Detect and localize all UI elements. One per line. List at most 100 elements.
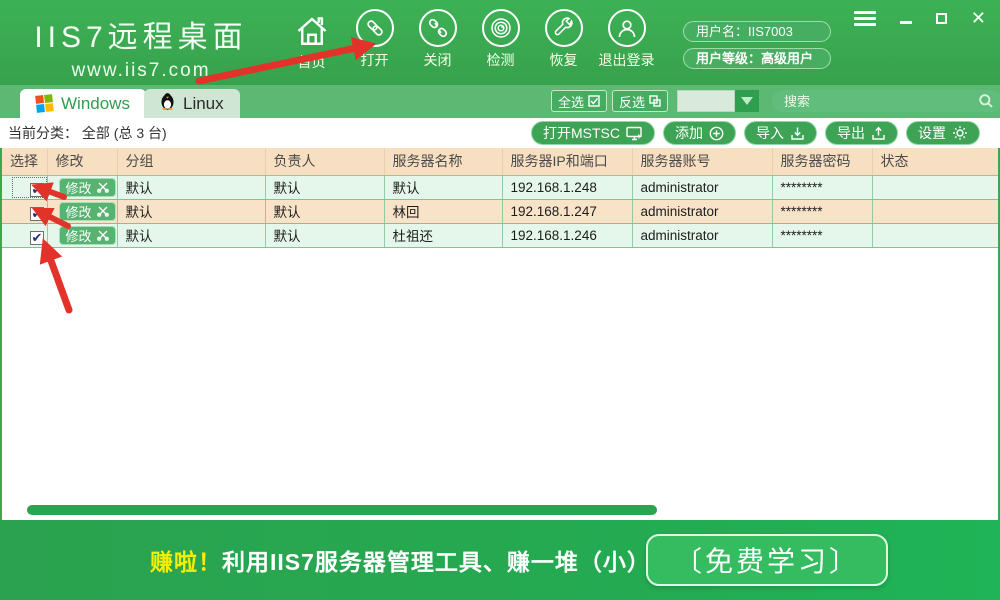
minimize-icon[interactable] xyxy=(899,10,912,26)
check-mark: ✔ xyxy=(31,181,43,197)
toolbar-open-label: 打开 xyxy=(360,52,389,68)
toolbar-home[interactable]: 首页 xyxy=(280,9,343,72)
menu-icon[interactable] xyxy=(853,10,876,26)
open-mstsc-label: 打开MSTSC xyxy=(543,125,620,141)
export-button[interactable]: 导出 xyxy=(825,121,898,145)
open-mstsc-button[interactable]: 打开MSTSC xyxy=(531,121,655,145)
cell-owner: 默认 xyxy=(265,223,385,248)
tab-linux-label: Linux xyxy=(183,93,224,113)
cell-group: 默认 xyxy=(117,175,266,200)
app-window: IIS7远程桌面 www.iis7.com 首页 打开 关闭 检测 恢复 退出登… xyxy=(0,0,1000,600)
cell-account: administrator xyxy=(632,199,773,224)
cell-server-name: 默认 xyxy=(384,175,503,200)
cell-owner: 默认 xyxy=(265,199,385,224)
select-all-label: 全选 xyxy=(558,94,585,110)
cell-server-name: 林回 xyxy=(384,199,503,224)
toolbar-detect-label: 检测 xyxy=(486,52,515,68)
cell-ip: 192.168.1.247 xyxy=(502,199,633,224)
add-label: 添加 xyxy=(675,125,703,141)
modify-label: 修改 xyxy=(65,204,92,220)
linux-penguin-icon xyxy=(160,92,175,115)
row-checkbox[interactable]: ✔ xyxy=(30,181,44,197)
tab-linux[interactable]: Linux xyxy=(144,89,240,118)
close-icon[interactable]: ✕ xyxy=(971,9,986,27)
tab-strip: Windows Linux 全选 反选 搜索 xyxy=(0,85,1000,118)
user-info: 用户名：IIS7003 用户等级：高级用户 xyxy=(683,21,831,75)
check-mark: ✔ xyxy=(31,229,43,245)
windows-logo-icon xyxy=(35,94,54,113)
app-logo: IIS7远程桌面 www.iis7.com xyxy=(16,12,266,82)
import-icon xyxy=(791,127,804,140)
add-button[interactable]: 添加 xyxy=(663,121,736,145)
server-table: 选择 修改 分组 负责人 服务器名称 服务器IP和端口 服务器账号 服务器密码 … xyxy=(2,148,998,248)
user-icon xyxy=(607,9,646,47)
select-all-button[interactable]: 全选 xyxy=(551,90,608,112)
invert-select-icon xyxy=(649,95,661,107)
toolbar-restore[interactable]: 恢复 xyxy=(532,9,595,72)
row-checkbox[interactable]: ✔ xyxy=(30,205,44,221)
row-checkbox[interactable]: ✔ xyxy=(30,229,44,245)
modify-button[interactable]: 修改 xyxy=(58,177,116,197)
title-bar: IIS7远程桌面 www.iis7.com 首页 打开 关闭 检测 恢复 退出登… xyxy=(0,0,1000,85)
table-row: ✔ 修改 默认 默认 默认 192.168.1.248 administrato… xyxy=(2,175,998,200)
col-owner: 负责人 xyxy=(265,148,385,176)
modify-label: 修改 xyxy=(65,228,92,244)
maximize-icon[interactable] xyxy=(935,10,947,26)
gear-icon xyxy=(953,126,967,140)
window-controls: ✕ xyxy=(853,9,986,27)
search-icon xyxy=(979,94,993,108)
cell-ip: 192.168.1.248 xyxy=(502,175,633,200)
modify-button[interactable]: 修改 xyxy=(58,201,116,221)
import-label: 导入 xyxy=(756,125,784,141)
category-bar: 当前分类： 全部 (总 3 台) 打开MSTSC 添加 导入 导出 设置 xyxy=(0,118,1000,148)
settings-label: 设置 xyxy=(918,125,946,141)
col-status: 状态 xyxy=(872,148,998,176)
cell-account: administrator xyxy=(632,223,773,248)
promo-prefix: 赚啦！ xyxy=(150,549,222,575)
col-ip-port: 服务器IP和端口 xyxy=(502,148,633,176)
col-modify: 修改 xyxy=(47,148,118,176)
horizontal-scrollbar[interactable] xyxy=(27,505,657,515)
tab-windows[interactable]: Windows xyxy=(20,89,146,118)
table-header-row: 选择 修改 分组 负责人 服务器名称 服务器IP和端口 服务器账号 服务器密码 … xyxy=(2,148,998,176)
cut-icon xyxy=(96,230,109,241)
toolbar-close-label: 关闭 xyxy=(423,52,452,68)
filter-dropdown[interactable] xyxy=(677,90,760,112)
table-row: ✔ 修改 默认 默认 林回 192.168.1.247 administrato… xyxy=(2,199,998,224)
app-title: IIS7远程桌面 xyxy=(34,21,248,54)
col-account: 服务器账号 xyxy=(632,148,773,176)
monitor-icon xyxy=(626,126,642,140)
cell-account: administrator xyxy=(632,175,773,200)
export-label: 导出 xyxy=(837,125,865,141)
toolbar-close-conn[interactable]: 关闭 xyxy=(406,9,469,72)
modify-label: 修改 xyxy=(65,180,92,196)
check-mark: ✔ xyxy=(31,205,43,221)
link-icon xyxy=(355,9,394,47)
promo-banner: 赚啦！ 利用IIS7服务器管理工具、赚一堆（小） 零花钱 〔免费学习〕 xyxy=(0,520,1000,600)
chevron-down-icon xyxy=(735,90,760,112)
col-password: 服务器密码 xyxy=(772,148,873,176)
cell-status xyxy=(872,199,998,224)
username-badge: 用户名：IIS7003 xyxy=(683,21,831,42)
settings-button[interactable]: 设置 xyxy=(906,121,980,145)
import-button[interactable]: 导入 xyxy=(744,121,817,145)
search-box xyxy=(772,90,1000,112)
col-select: 选择 xyxy=(2,148,48,176)
invert-select-label: 反选 xyxy=(619,94,646,110)
toolbar-open[interactable]: 打开 xyxy=(343,9,406,72)
search-input[interactable] xyxy=(772,93,1000,109)
strip-controls: 全选 反选 xyxy=(551,90,1000,112)
home-icon xyxy=(291,9,333,49)
invert-select-button[interactable]: 反选 xyxy=(612,90,669,112)
cell-group: 默认 xyxy=(117,223,266,248)
modify-button[interactable]: 修改 xyxy=(58,225,116,245)
main-toolbar: 首页 打开 关闭 检测 恢复 退出登录 xyxy=(280,9,658,72)
toolbar-detect[interactable]: 检测 xyxy=(469,9,532,72)
wrench-icon xyxy=(544,9,583,47)
toolbar-logout[interactable]: 退出登录 xyxy=(595,9,658,72)
toolbar-logout-label: 退出登录 xyxy=(598,52,655,68)
free-learning-button[interactable]: 〔免费学习〕 xyxy=(645,534,888,586)
filter-dropdown-value xyxy=(677,90,736,112)
col-group: 分组 xyxy=(117,148,266,176)
cell-password: ******** xyxy=(772,223,873,248)
